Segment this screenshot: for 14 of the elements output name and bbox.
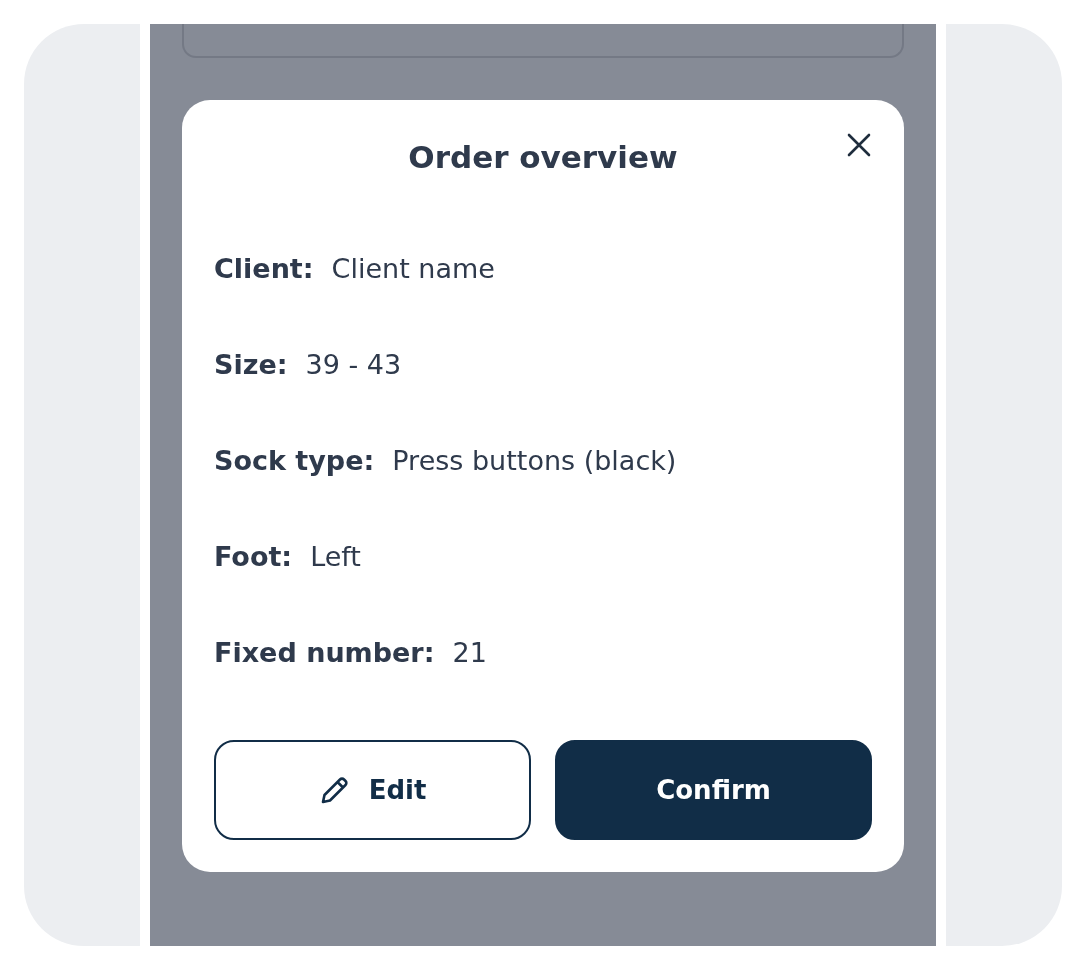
field-label: Client: (214, 252, 314, 286)
dialog-title: Order overview (407, 138, 679, 177)
field-value: 39 - 43 (305, 348, 402, 382)
field-label: Size: (214, 348, 288, 382)
field-value: Press buttons (black) (392, 444, 677, 478)
field-value: 21 (452, 636, 487, 670)
field-label: Foot: (214, 540, 293, 574)
field-value: Client name (331, 252, 495, 286)
edit-button[interactable]: Edit (214, 740, 531, 840)
field-value: Left (310, 540, 361, 574)
field-label: Fixed number: (214, 636, 435, 670)
confirm-button[interactable]: Confirm (555, 740, 872, 840)
close-icon[interactable] (846, 132, 872, 158)
field-label: Sock type: (214, 444, 375, 478)
